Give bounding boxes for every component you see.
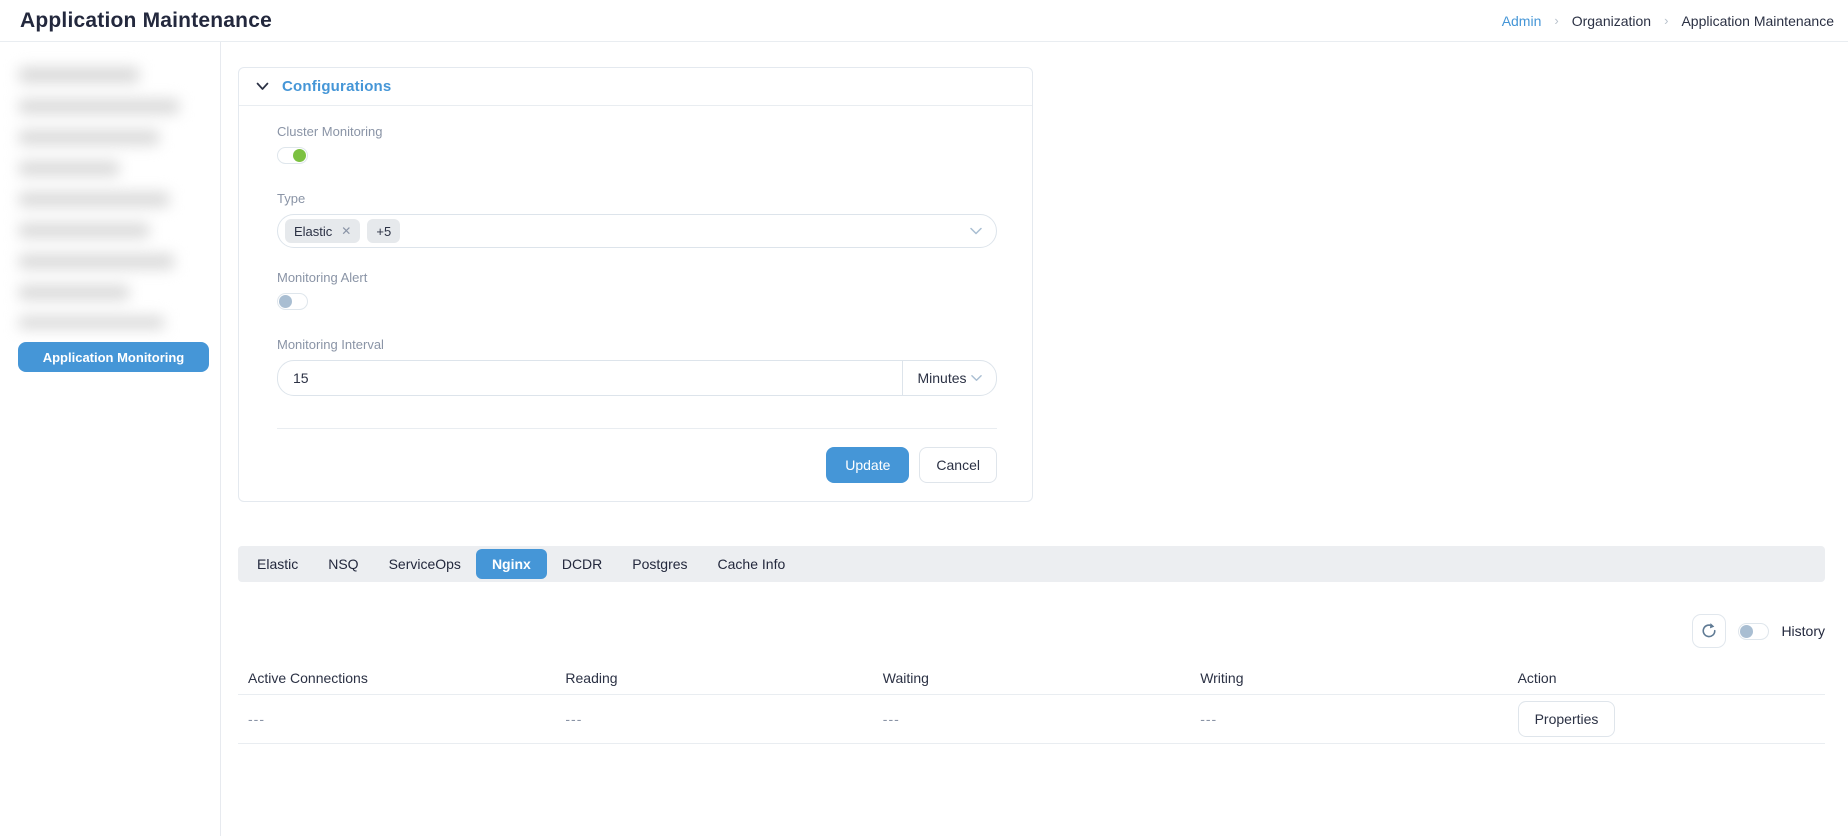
top-bar: Application Maintenance Admin › Organiza… (0, 0, 1848, 42)
chevron-down-icon (256, 82, 269, 90)
breadcrumb-organization[interactable]: Organization (1572, 13, 1651, 29)
cell-action: Properties (1508, 695, 1825, 743)
service-tabbar: Elastic NSQ ServiceOps Nginx DCDR Postgr… (238, 546, 1825, 582)
sidebar-item-application-monitoring[interactable]: Application Monitoring (18, 342, 209, 372)
cancel-button[interactable]: Cancel (919, 447, 997, 483)
col-action: Action (1517, 670, 1557, 686)
sidebar: Application Monitoring (0, 42, 221, 836)
toggle-knob (293, 149, 306, 162)
type-chip-more[interactable]: +5 (367, 219, 401, 243)
configurations-panel-header[interactable]: Configurations (239, 68, 1032, 106)
chevron-down-icon (970, 375, 982, 381)
cell-waiting: --- (882, 711, 900, 727)
col-active-connections: Active Connections (248, 670, 368, 686)
refresh-icon (1702, 623, 1716, 638)
configurations-panel: Configurations Cluster Monitoring Type E… (238, 67, 1033, 502)
history-label: History (1781, 623, 1825, 639)
chevron-down-icon (970, 227, 982, 235)
remove-chip-icon[interactable]: ✕ (341, 224, 351, 238)
tab-nsq[interactable]: NSQ (313, 548, 373, 580)
table-row: --- --- --- --- Properties (238, 695, 1825, 744)
update-button[interactable]: Update (826, 447, 910, 483)
monitoring-interval-label: Monitoring Interval (277, 337, 384, 352)
breadcrumb: Admin › Organization › Application Maint… (1502, 13, 1834, 29)
interval-unit-value: Minutes (917, 370, 967, 386)
monitoring-interval-input[interactable] (277, 360, 903, 396)
toggle-knob (1740, 624, 1754, 638)
configurations-panel-body: Cluster Monitoring Type Elastic ✕ +5 Mon… (239, 106, 1032, 501)
monitoring-interval-group: Minutes (277, 360, 997, 396)
cluster-monitoring-toggle[interactable] (277, 147, 308, 164)
cell-active-connections: --- (248, 711, 265, 727)
type-chip-elastic: Elastic ✕ (285, 219, 361, 243)
tab-postgres[interactable]: Postgres (617, 548, 702, 580)
cell-writing: --- (1200, 711, 1218, 727)
type-label: Type (277, 191, 306, 206)
table-toolbar: History (238, 614, 1825, 648)
breadcrumb-separator-icon: › (1554, 13, 1559, 28)
col-reading: Reading (565, 670, 618, 686)
toggle-knob (279, 295, 292, 308)
col-writing: Writing (1200, 670, 1244, 686)
cluster-monitoring-label: Cluster Monitoring (277, 124, 383, 139)
breadcrumb-current: Application Maintenance (1681, 12, 1834, 29)
properties-button[interactable]: Properties (1517, 701, 1616, 737)
tab-dcdr[interactable]: DCDR (547, 548, 617, 580)
breadcrumb-admin[interactable]: Admin (1502, 13, 1542, 29)
main-area: Configurations Cluster Monitoring Type E… (221, 42, 1848, 836)
interval-unit-select[interactable]: Minutes (902, 360, 997, 396)
nginx-stats-table: Active Connections Reading Waiting Writi… (238, 662, 1825, 744)
application-maintenance-page: Application Maintenance Admin › Organiza… (0, 0, 1848, 836)
tab-nginx[interactable]: Nginx (475, 549, 547, 579)
sidebar-blurred-content (19, 67, 185, 329)
col-waiting: Waiting (882, 670, 929, 686)
configurations-panel-title: Configurations (282, 78, 392, 95)
refresh-button[interactable] (1692, 614, 1727, 648)
panel-button-row: Update Cancel (277, 429, 997, 501)
table-header-row: Active Connections Reading Waiting Writi… (238, 662, 1825, 695)
tab-elastic[interactable]: Elastic (242, 548, 313, 580)
monitoring-alert-label: Monitoring Alert (277, 270, 368, 285)
monitoring-alert-toggle[interactable] (277, 293, 308, 310)
type-chip-label: Elastic (294, 223, 333, 239)
content-area: Application Monitoring Configurations Cl… (0, 42, 1848, 836)
tab-cache-info[interactable]: Cache Info (703, 548, 801, 580)
type-multiselect[interactable]: Elastic ✕ +5 (277, 214, 997, 248)
breadcrumb-separator-icon: › (1664, 13, 1669, 28)
cell-reading: --- (565, 711, 583, 727)
tab-serviceops[interactable]: ServiceOps (374, 548, 476, 580)
history-toggle[interactable] (1738, 622, 1770, 640)
page-title: Application Maintenance (20, 8, 272, 32)
